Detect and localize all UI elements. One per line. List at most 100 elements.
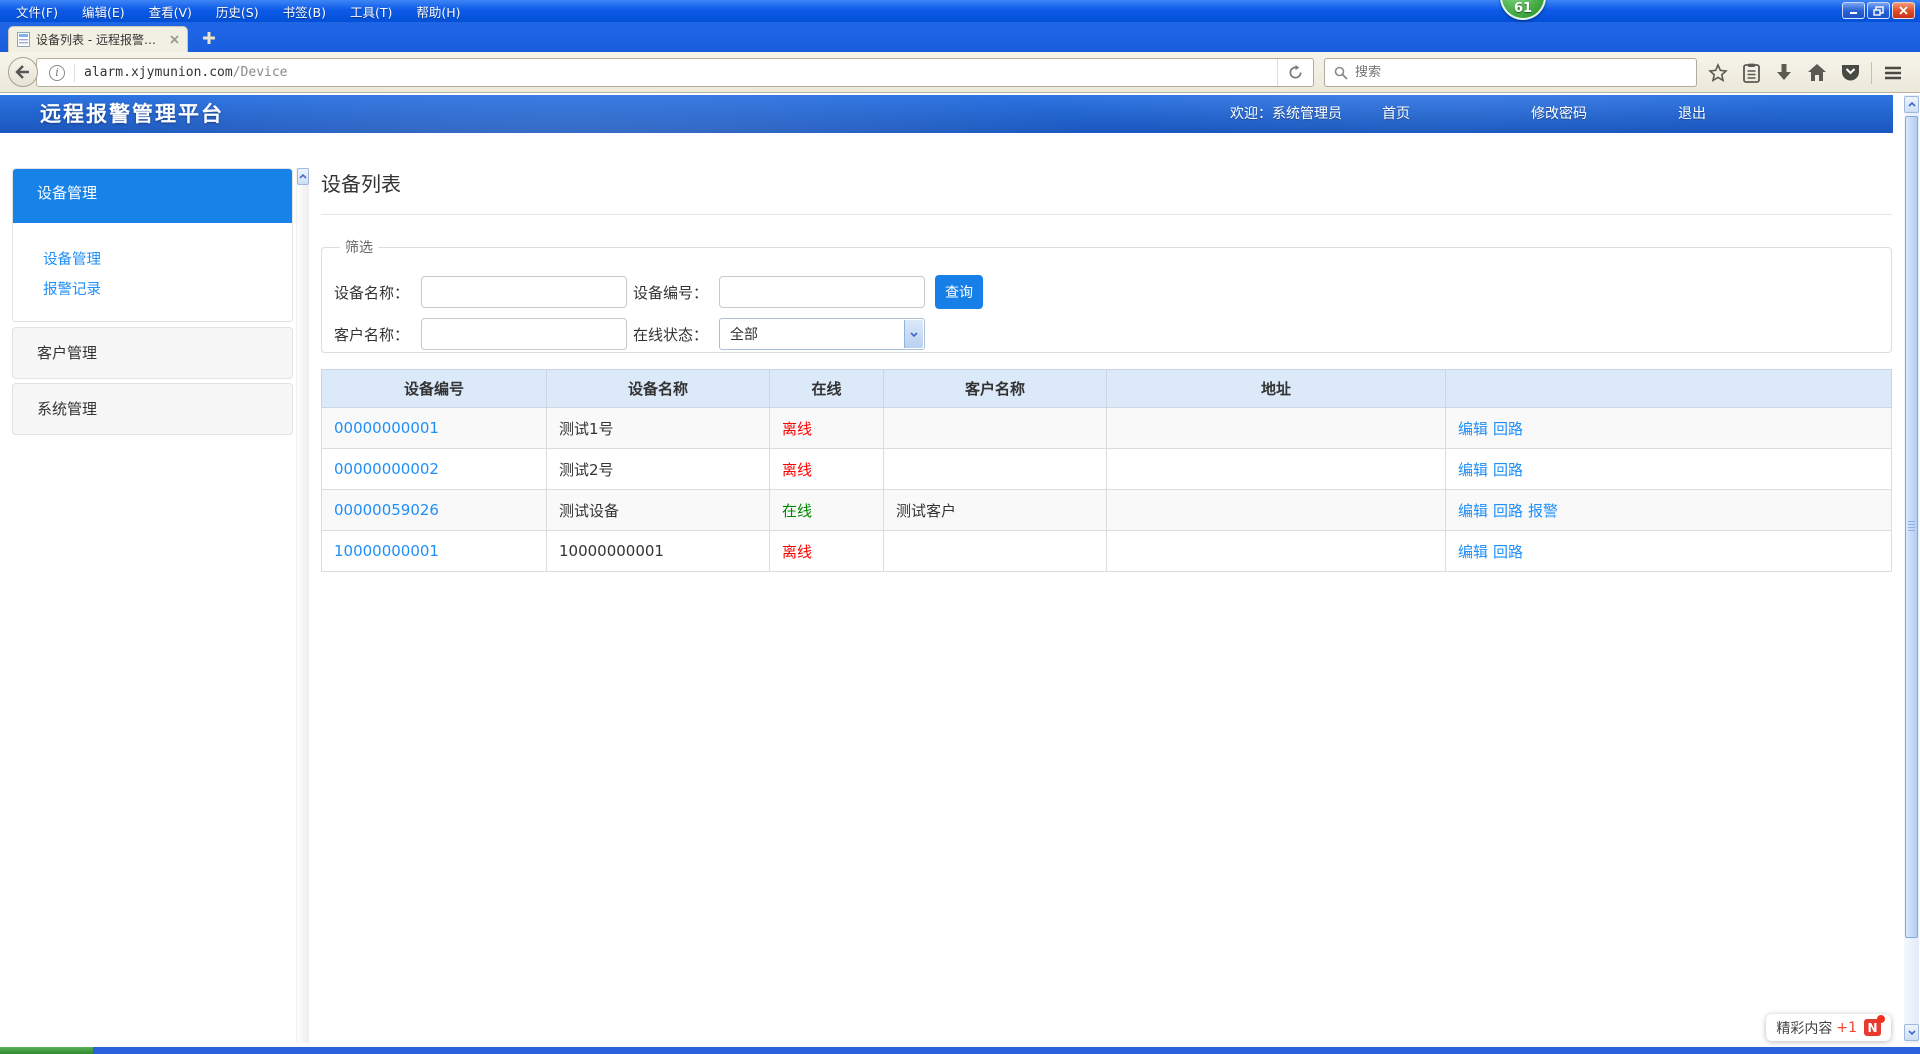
scroll-up-button[interactable] <box>1904 96 1919 113</box>
nav-home-link[interactable]: 首页 <box>1382 95 1410 133</box>
customer-name-input[interactable] <box>421 318 627 350</box>
menu-file[interactable]: 文件(F) <box>4 0 70 24</box>
status-badge: 在线 <box>782 502 812 520</box>
reload-button[interactable] <box>1277 59 1313 86</box>
search-icon <box>1334 66 1348 80</box>
menu-history[interactable]: 历史(S) <box>204 0 271 24</box>
bookmarks-menu-button[interactable] <box>1739 61 1763 85</box>
tab-title: 设备列表 - 远程报警管理… <box>36 31 164 48</box>
site-info-icon[interactable]: i <box>49 65 65 81</box>
close-button[interactable] <box>1892 2 1915 19</box>
active-tab[interactable]: 设备列表 - 远程报警管理… <box>8 26 188 52</box>
search-input[interactable] <box>1355 65 1696 80</box>
restore-button[interactable] <box>1867 2 1890 19</box>
menu-tools[interactable]: 工具(T) <box>338 0 404 24</box>
device-no-link[interactable]: 00000059026 <box>334 501 439 519</box>
table-header-row: 设备编号 设备名称 在线 客户名称 地址 <box>322 370 1892 408</box>
url-bar[interactable]: i alarm.xjymunion.com/Device <box>36 58 1314 87</box>
window-titlebar: 文件(F) 编辑(E) 查看(V) 历史(S) 书签(B) 工具(T) 帮助(H… <box>0 0 1920 22</box>
speed-ball-badge[interactable]: 61 <box>1500 0 1546 20</box>
sidebar-header-customer-management[interactable]: 客户管理 <box>13 328 292 378</box>
circuit-link[interactable]: 回路 <box>1493 543 1523 561</box>
notification-dot <box>1877 1015 1885 1023</box>
col-device-no: 设备编号 <box>322 370 547 408</box>
sidebar-section-device: 设备管理 设备管理 报警记录 <box>12 168 293 322</box>
nav-logout-link[interactable]: 退出 <box>1678 95 1706 133</box>
device-no-link[interactable]: 00000000001 <box>334 419 439 437</box>
news-badge-icon[interactable]: N <box>1864 1019 1881 1036</box>
page-favicon <box>17 32 30 47</box>
device-name-input[interactable] <box>421 276 627 308</box>
filter-legend: 筛选 <box>340 237 378 257</box>
page-content: 远程报警管理平台 欢迎：系统管理员 首页 修改密码 退出 设备管理 设备管理 报… <box>0 93 1920 1047</box>
welcome-text: 欢迎：系统管理员 <box>1230 95 1342 133</box>
speed-ball-score: 61 <box>1502 1 1544 16</box>
address-cell <box>1107 490 1446 531</box>
edit-link[interactable]: 编辑 <box>1458 543 1488 561</box>
edit-link[interactable]: 编辑 <box>1458 461 1488 479</box>
circuit-link[interactable]: 回路 <box>1493 420 1523 438</box>
device-no-label: 设备编号： <box>633 282 719 303</box>
device-name-cell: 10000000001 <box>547 531 770 572</box>
minimize-button[interactable] <box>1842 2 1865 19</box>
online-status-label: 在线状态： <box>633 324 719 345</box>
menu-edit[interactable]: 编辑(E) <box>70 0 137 24</box>
sidebar-item-alarm-records[interactable]: 报警记录 <box>43 275 292 305</box>
menu-view[interactable]: 查看(V) <box>137 0 204 24</box>
sidebar-header-device-management[interactable]: 设备管理 <box>13 169 292 223</box>
url-path: /Device <box>233 65 288 80</box>
status-badge: 离线 <box>782 420 812 438</box>
circuit-link[interactable]: 回路 <box>1493 461 1523 479</box>
promo-count: +1 <box>1836 1020 1857 1036</box>
sidebar-scrollbar[interactable] <box>296 168 309 1043</box>
downloads-button[interactable] <box>1772 61 1796 85</box>
online-status-value: 全部 <box>720 324 758 344</box>
scrollbar-thumb[interactable] <box>1905 116 1918 938</box>
page-title: 设备列表 <box>321 168 1892 197</box>
clipboard-icon <box>1743 63 1760 83</box>
query-button[interactable]: 查询 <box>935 275 983 309</box>
col-customer: 客户名称 <box>884 370 1107 408</box>
chevron-up-icon <box>1908 102 1916 107</box>
alarm-link[interactable]: 报警 <box>1528 502 1558 520</box>
promo-toast[interactable]: 精彩内容 +1 N <box>1766 1014 1891 1041</box>
menu-bookmarks[interactable]: 书签(B) <box>271 0 338 24</box>
main-panel: 设备列表 筛选 设备名称： 设备编号： 查询 客户名称： 在线状态： 全部 <box>321 168 1892 572</box>
col-device-name: 设备名称 <box>547 370 770 408</box>
menu-help[interactable]: 帮助(H) <box>404 0 472 24</box>
search-box[interactable] <box>1324 58 1697 87</box>
url-text[interactable]: alarm.xjymunion.com/Device <box>84 65 1277 80</box>
table-row: 00000000002 测试2号 离线 编辑回路 <box>322 449 1892 490</box>
scrollbar-grip <box>1908 521 1915 533</box>
table-row: 00000000001 测试1号 离线 编辑回路 <box>322 408 1892 449</box>
device-table: 设备编号 设备名称 在线 客户名称 地址 00000000001 测试1号 离线… <box>321 369 1892 572</box>
back-button[interactable] <box>8 57 38 87</box>
nav-change-password-link[interactable]: 修改密码 <box>1531 95 1587 133</box>
home-icon <box>1807 63 1827 82</box>
address-cell <box>1107 531 1446 572</box>
select-dropdown-button[interactable] <box>904 320 923 348</box>
site-title: 远程报警管理平台 <box>40 95 224 133</box>
new-tab-button[interactable] <box>198 28 220 48</box>
edit-link[interactable]: 编辑 <box>1458 420 1488 438</box>
device-no-link[interactable]: 00000000002 <box>334 460 439 478</box>
device-no-input[interactable] <box>719 276 925 308</box>
restore-icon <box>1873 6 1884 16</box>
table-row: 00000059026 测试设备 在线 测试客户 编辑回路报警 <box>322 490 1892 531</box>
pocket-button[interactable] <box>1838 61 1862 85</box>
sidebar-header-system-management[interactable]: 系统管理 <box>13 384 292 434</box>
circuit-link[interactable]: 回路 <box>1493 502 1523 520</box>
table-row: 10000000001 10000000001 离线 编辑回路 <box>322 531 1892 572</box>
scroll-down-button[interactable] <box>1904 1024 1919 1041</box>
edit-link[interactable]: 编辑 <box>1458 502 1488 520</box>
device-no-link[interactable]: 10000000001 <box>334 542 439 560</box>
bookmark-star-button[interactable] <box>1706 61 1730 85</box>
home-button[interactable] <box>1805 61 1829 85</box>
online-status-select[interactable]: 全部 <box>719 318 925 350</box>
menu-hamburger-button[interactable] <box>1881 61 1905 85</box>
sidebar-scroll-up-button[interactable] <box>297 168 309 185</box>
browser-scrollbar[interactable] <box>1904 95 1919 1043</box>
tab-close-icon[interactable] <box>170 35 179 44</box>
plus-icon <box>202 31 216 45</box>
sidebar-item-device-management[interactable]: 设备管理 <box>43 245 292 275</box>
